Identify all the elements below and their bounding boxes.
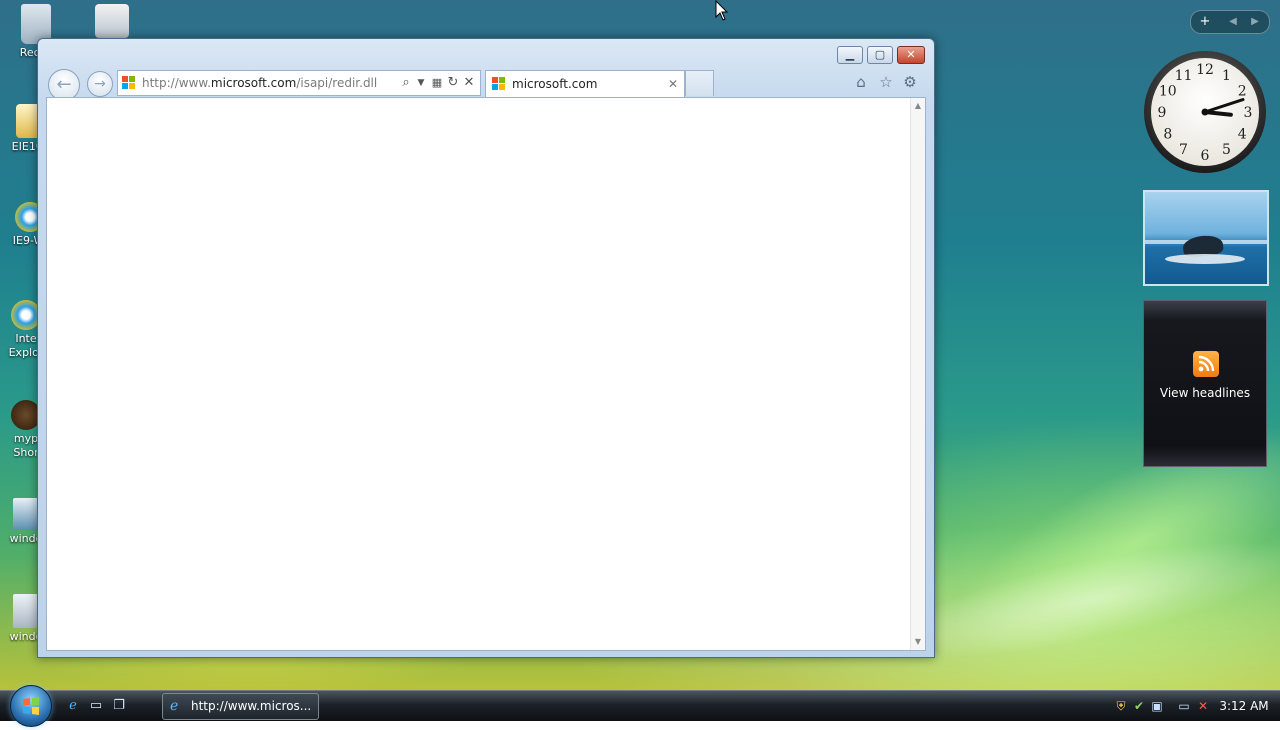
- dropdown-arrow-icon[interactable]: ▼: [415, 71, 427, 95]
- clock-numeral: 8: [1163, 127, 1172, 143]
- previous-page-icon[interactable]: ◀: [1221, 11, 1245, 32]
- add-gadget-icon[interactable]: +: [1193, 11, 1217, 32]
- ie-icon: ℯ: [170, 698, 179, 714]
- stop-icon[interactable]: ✕: [462, 71, 476, 95]
- clock-numeral: 2: [1238, 84, 1247, 100]
- view-headlines-label: View headlines: [1159, 386, 1251, 400]
- switch-windows-icon[interactable]: ❐: [110, 697, 128, 715]
- gear-icon[interactable]: ⚙: [900, 72, 920, 92]
- scroll-up-icon[interactable]: ▲: [911, 100, 925, 112]
- browser-window: ▁ ▢ ✕ ← → http://www.microsoft.com/isapi…: [37, 38, 935, 658]
- start-orb-icon[interactable]: [10, 685, 52, 727]
- feed-headlines-gadget[interactable]: View headlines: [1143, 300, 1267, 467]
- image-file-icon: [13, 498, 39, 530]
- next-page-icon[interactable]: ▶: [1243, 11, 1267, 32]
- desktop: Recyc EIE10_ IE9-Wi Inte Explor myp Shor…: [0, 0, 1280, 690]
- address-url-prefix: http://www.: [142, 76, 211, 90]
- address-bar[interactable]: http://www.microsoft.com/isapi/redir.dll…: [117, 70, 481, 96]
- favorites-star-icon[interactable]: ☆: [876, 72, 896, 92]
- page-content[interactable]: ▲ ▼: [46, 97, 926, 651]
- close-button[interactable]: ✕: [897, 46, 925, 64]
- forward-button[interactable]: →: [87, 71, 113, 97]
- clock-numeral: 12: [1196, 62, 1214, 78]
- file-icon: [13, 594, 39, 628]
- show-desktop-icon[interactable]: ▭: [87, 697, 105, 715]
- taskbar-button-label: http://www.micros...: [191, 699, 312, 713]
- desktop-icon-control[interactable]: [82, 4, 142, 40]
- rss-icon: [1193, 351, 1219, 377]
- gadget-controls: + ◀ ▶: [1190, 10, 1270, 34]
- clock-numeral: 4: [1238, 127, 1247, 143]
- wallpaper-streak: [876, 517, 1280, 683]
- minimize-button[interactable]: ▁: [837, 46, 863, 64]
- address-url-path: /isapi/redir.dll: [296, 76, 378, 90]
- tab-favicon-icon: [492, 77, 506, 91]
- clock-numeral: 3: [1244, 105, 1253, 121]
- scroll-down-icon[interactable]: ▼: [911, 636, 925, 648]
- taskbar: ℯ ▭ ❐ ℯ http://www.micros... ⛨ ✔ ▣ ▭ ✕ 3…: [0, 685, 1280, 727]
- clock-numeral: 5: [1222, 142, 1231, 158]
- security-shield-icon[interactable]: ⛨: [1113, 698, 1129, 714]
- clock-numeral: 11: [1175, 68, 1193, 84]
- clock-hour-hand: [1203, 110, 1233, 117]
- address-url-host: microsoft.com: [210, 76, 297, 90]
- home-icon[interactable]: ⌂: [851, 72, 871, 92]
- clock-gadget[interactable]: 1234567891011 12: [1143, 50, 1267, 174]
- mouse-cursor-icon: [715, 0, 729, 21]
- tab-close-icon[interactable]: ✕: [668, 71, 678, 97]
- clock-numeral: 6: [1201, 148, 1210, 164]
- address-url[interactable]: http://www.microsoft.com/isapi/redir.dll: [142, 71, 377, 95]
- control-panel-icon: [95, 4, 129, 38]
- clock-numeral: 7: [1179, 142, 1188, 158]
- volume-muted-icon[interactable]: ✕: [1195, 698, 1211, 714]
- slideshow-gadget[interactable]: [1143, 190, 1269, 286]
- taskbar-clock[interactable]: 3:12 AM: [1216, 691, 1272, 721]
- refresh-icon[interactable]: ↻: [446, 71, 460, 95]
- clock-numeral: 10: [1159, 84, 1177, 100]
- clock-center: [1201, 108, 1209, 116]
- network-icon[interactable]: ▣: [1149, 698, 1165, 714]
- taskbar-button-browser[interactable]: ℯ http://www.micros...: [162, 693, 319, 720]
- monitor-icon[interactable]: ▭: [1176, 698, 1192, 714]
- tab-microsoft[interactable]: microsoft.com ✕: [485, 70, 685, 98]
- compatibility-view-icon[interactable]: ▦: [430, 71, 444, 95]
- clock-numeral: 9: [1158, 105, 1167, 121]
- new-tab-button[interactable]: [685, 70, 714, 96]
- water-splash: [1165, 254, 1245, 264]
- search-icon[interactable]: ⌕: [398, 71, 414, 95]
- vertical-scrollbar[interactable]: ▲ ▼: [910, 98, 925, 650]
- ie-quicklaunch-icon[interactable]: ℯ: [64, 697, 82, 715]
- clock-numeral: 1: [1222, 68, 1231, 84]
- site-favicon-icon: [122, 76, 136, 90]
- checkmark-icon[interactable]: ✔: [1131, 698, 1147, 714]
- maximize-button[interactable]: ▢: [867, 46, 893, 64]
- tab-title: microsoft.com: [512, 77, 598, 91]
